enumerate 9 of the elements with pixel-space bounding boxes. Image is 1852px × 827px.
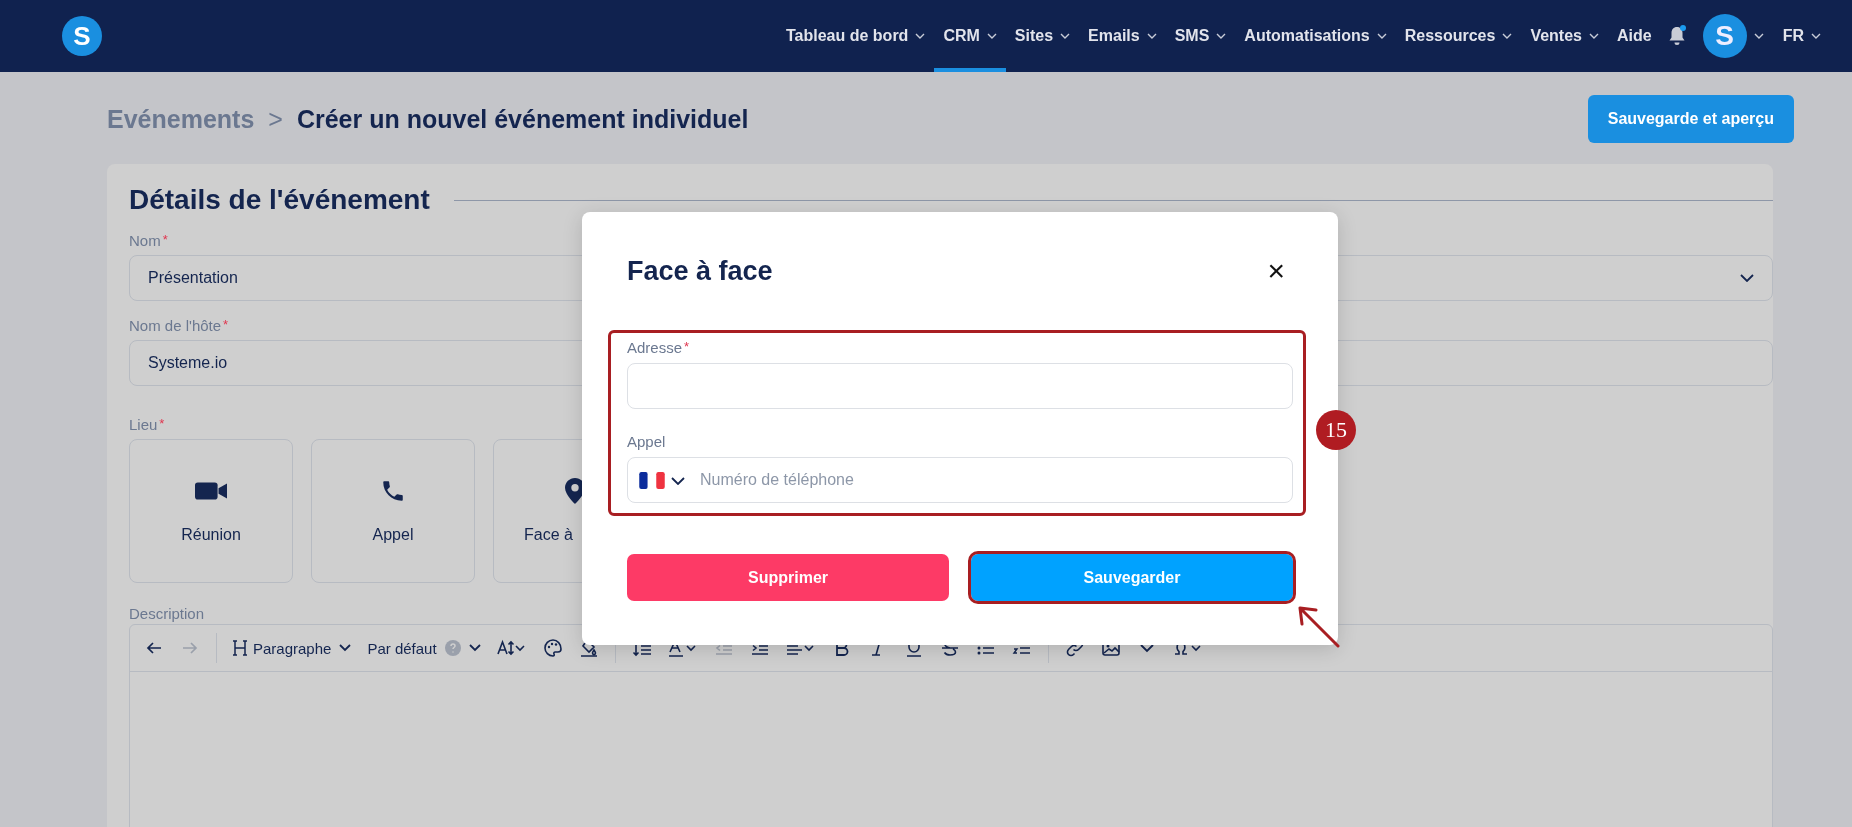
- field-label: Nom*: [129, 232, 168, 249]
- section-title: Détails de l'événement: [129, 184, 430, 216]
- field-label: Nom de l'hôte*: [129, 317, 229, 334]
- field-label: Adresse*: [627, 339, 690, 356]
- breadcrumb-separator: >: [268, 104, 283, 134]
- field-label: Description: [129, 605, 205, 622]
- modal-title: Face à face: [627, 255, 773, 287]
- page-title: Créer un nouvel événement individuel: [296, 104, 749, 134]
- field-label: Lieu*: [129, 416, 165, 433]
